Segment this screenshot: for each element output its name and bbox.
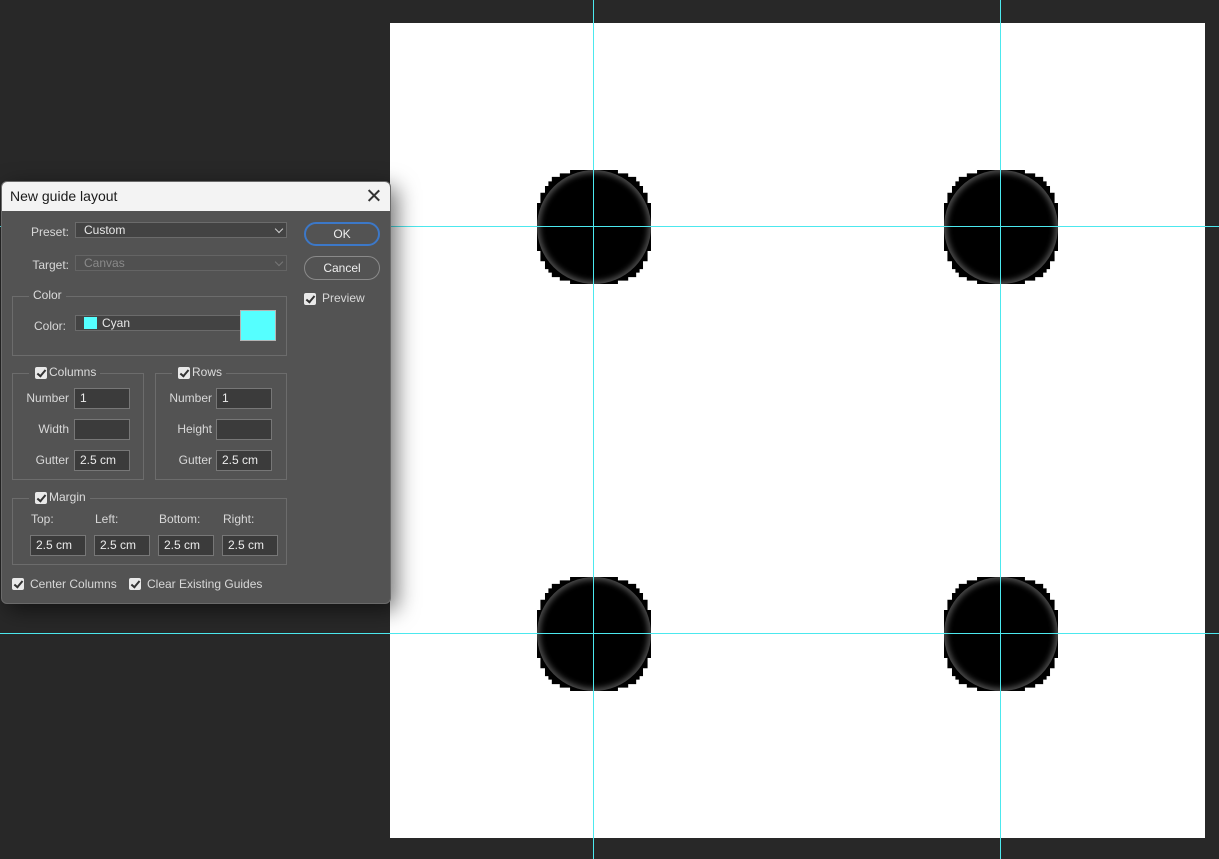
margin-group-title: Margin (29, 490, 90, 504)
color-swatch-small (84, 317, 97, 329)
new-guide-layout-dialog: New guide layout Preset: Custom Target: … (1, 181, 391, 604)
clear-existing-guides-label: Clear Existing Guides (147, 577, 263, 591)
columns-group-title: Columns (29, 365, 101, 379)
rows-checkbox[interactable] (178, 367, 190, 379)
margin-right-label: Right: (223, 512, 255, 526)
columns-width-input[interactable] (74, 419, 130, 440)
rows-title: Rows (192, 365, 223, 379)
rows-height-input[interactable] (216, 419, 272, 440)
margin-bottom-label: Bottom: (159, 512, 201, 526)
guide-vertical-right[interactable] (1000, 0, 1001, 859)
columns-width-label: Width (38, 422, 69, 436)
close-icon[interactable] (364, 186, 384, 206)
columns-gutter-label: Gutter (35, 453, 69, 467)
color-label: Color: (34, 319, 67, 333)
preset-label: Preset: (30, 225, 69, 239)
rows-group-title: Rows (172, 365, 227, 379)
rows-number-label: Number (169, 391, 212, 405)
color-value: Cyan (102, 316, 131, 330)
color-group-title: Color (29, 288, 66, 302)
clear-existing-guides-checkbox[interactable] (129, 578, 141, 590)
columns-gutter-input[interactable]: 2.5 cm (74, 450, 130, 471)
columns-checkbox[interactable] (35, 367, 47, 379)
dialog-titlebar[interactable]: New guide layout (2, 182, 390, 211)
columns-title: Columns (49, 365, 97, 379)
chevron-down-icon (274, 224, 284, 234)
preview-checkbox[interactable] (304, 293, 316, 305)
ok-button[interactable]: OK (304, 222, 380, 246)
center-columns-checkbox[interactable] (12, 578, 24, 590)
dialog-title: New guide layout (10, 188, 118, 204)
rows-gutter-input[interactable]: 2.5 cm (216, 450, 272, 471)
target-value: Canvas (84, 256, 125, 270)
rows-gutter-label: Gutter (178, 453, 212, 467)
black-dot-bottom-right (944, 577, 1058, 691)
chevron-down-icon (274, 257, 284, 267)
margin-top-label: Top: (31, 512, 54, 526)
margin-right-input[interactable]: 2.5 cm (222, 535, 278, 556)
black-dot-bottom-left (537, 577, 651, 691)
margin-left-label: Left: (95, 512, 119, 526)
margin-title: Margin (49, 490, 86, 504)
preset-value: Custom (84, 223, 126, 237)
color-swatch-button[interactable] (240, 310, 276, 341)
guide-horizontal-bottom[interactable] (0, 633, 1219, 634)
preset-select[interactable]: Custom (75, 222, 287, 238)
target-select: Canvas (75, 255, 287, 271)
black-dot-top-right (944, 170, 1058, 284)
margin-checkbox[interactable] (35, 492, 47, 504)
margin-top-input[interactable]: 2.5 cm (30, 535, 86, 556)
target-label: Target: (32, 258, 69, 272)
rows-number-input[interactable]: 1 (216, 388, 272, 409)
black-dot-top-left (537, 170, 651, 284)
guide-vertical-left[interactable] (593, 0, 594, 859)
columns-number-input[interactable]: 1 (74, 388, 130, 409)
rows-height-label: Height (177, 422, 212, 436)
columns-number-label: Number (26, 391, 69, 405)
document-canvas[interactable] (390, 23, 1205, 838)
preview-label: Preview (322, 291, 365, 305)
margin-left-input[interactable]: 2.5 cm (94, 535, 150, 556)
center-columns-label: Center Columns (30, 577, 117, 591)
margin-bottom-input[interactable]: 2.5 cm (158, 535, 214, 556)
color-select[interactable]: Cyan (75, 315, 253, 331)
cancel-button[interactable]: Cancel (304, 256, 380, 280)
